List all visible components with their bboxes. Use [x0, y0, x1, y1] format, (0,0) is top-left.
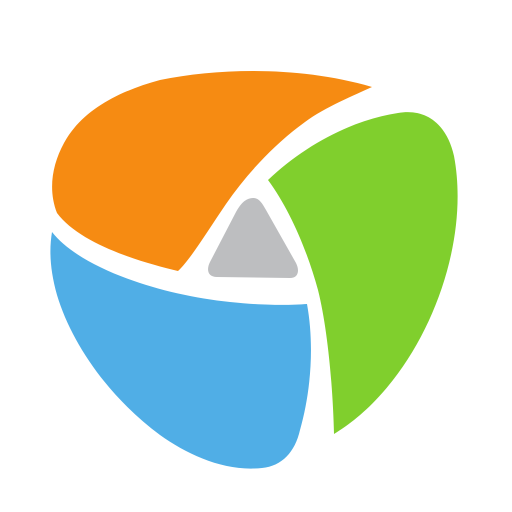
app-logo-icon	[50, 71, 458, 469]
logo-canvas	[0, 0, 512, 512]
